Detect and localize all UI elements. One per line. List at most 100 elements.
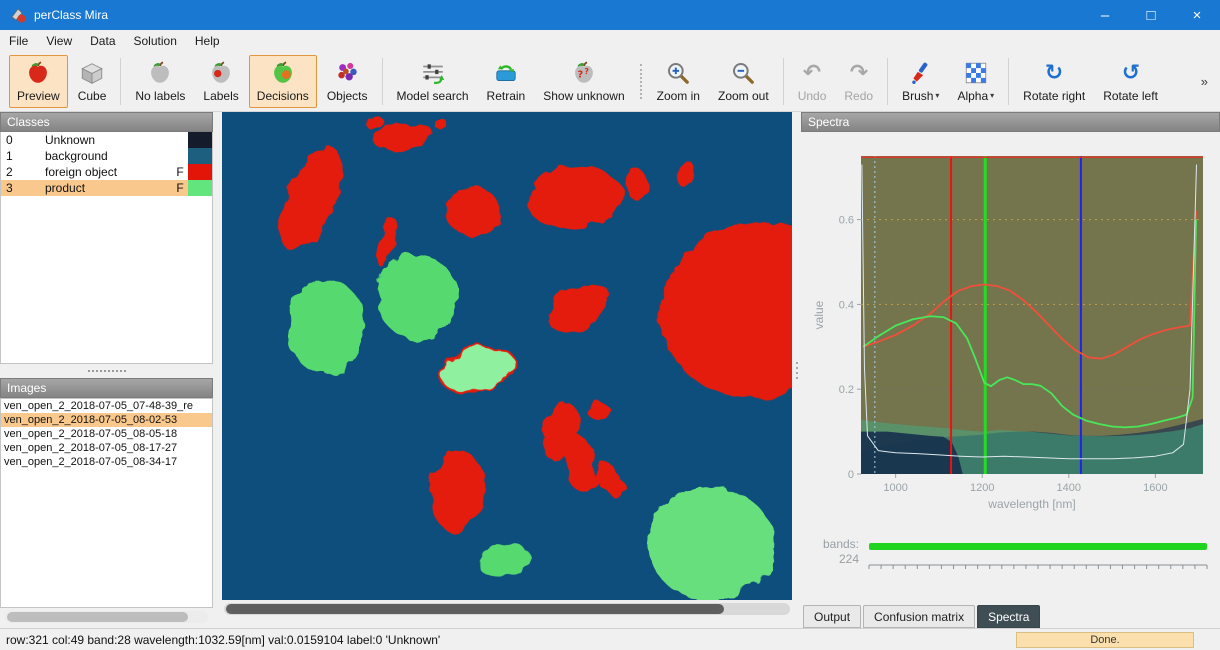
toolbar-no-labels-button[interactable]: No labels [127, 55, 193, 108]
toolbar-preview-button[interactable]: Preview [9, 55, 68, 108]
minimize-button[interactable]: – [1082, 0, 1128, 30]
close-button[interactable]: × [1174, 0, 1220, 30]
window-title: perClass Mira [34, 8, 108, 22]
progress-label: Done. [1090, 634, 1119, 646]
toolbar-button-text: Objects [327, 89, 368, 103]
toolbar-labels-button[interactable]: Labels [195, 55, 246, 108]
toolbar-button-label: Retrain [487, 89, 526, 103]
image-scrollbar[interactable] [224, 603, 790, 615]
maximize-button[interactable]: □ [1128, 0, 1174, 30]
center-right-splitter[interactable] [792, 112, 801, 628]
toolbar-zoom-out-button[interactable]: Zoom out [710, 55, 777, 108]
apple-nolabels-icon [146, 59, 174, 87]
app-icon [9, 6, 27, 24]
class-row-foreign-object[interactable]: 2foreign objectF [1, 164, 212, 180]
tab-spectra[interactable]: Spectra [977, 605, 1040, 628]
toolbar-button-text: Preview [17, 89, 60, 103]
svg-text:1200: 1200 [970, 482, 994, 494]
toolbar-retrain-button[interactable]: Retrain [479, 55, 534, 108]
svg-text:0.6: 0.6 [839, 215, 854, 227]
menu-data[interactable]: Data [81, 31, 124, 51]
toolbar-button-text: Zoom out [718, 89, 769, 103]
toolbar-button-label: No labels [135, 89, 185, 103]
toolbar-separator [887, 58, 888, 105]
toolbar-zoom-in-button[interactable]: Zoom in [649, 55, 708, 108]
image-view[interactable] [222, 112, 792, 600]
svg-text:↻: ↻ [1045, 61, 1063, 86]
toolbar-rotate-left-button[interactable]: ↺ Rotate left [1095, 55, 1166, 108]
svg-text:↺: ↺ [1121, 61, 1139, 86]
scrollbar-thumb[interactable] [7, 612, 188, 622]
class-row-background[interactable]: 1background [1, 148, 212, 164]
svg-text:?: ? [577, 69, 583, 80]
toolbar-undo-button[interactable]: ↶ Undo [790, 55, 835, 108]
toolbar-drag-handle[interactable] [640, 64, 642, 99]
spectra-panel-header: Spectra [801, 112, 1220, 132]
toolbar-button-text: Brush [902, 89, 933, 103]
center-panel [222, 112, 792, 628]
tab-output[interactable]: Output [803, 605, 861, 628]
image-list-item[interactable]: ven_open_2_2018-07-05_08-34-17 [1, 455, 212, 469]
toolbar-button-label: Rotate left [1103, 89, 1158, 103]
bands-label: bands: [809, 537, 859, 552]
window-controls: – □ × [1082, 0, 1220, 30]
menu-file[interactable]: File [0, 31, 37, 51]
toolbar-rotate-right-button[interactable]: ↻ Rotate right [1015, 55, 1093, 108]
progress-bar: Done. [1016, 632, 1194, 648]
image-list-item[interactable]: ven_open_2_2018-07-05_08-05-18 [1, 427, 212, 441]
brush-icon [907, 59, 935, 87]
image-list-item[interactable]: ven_open_2_2018-07-05_08-17-27 [1, 441, 212, 455]
dropdown-caret-icon[interactable]: ▾ [935, 92, 939, 100]
left-panel-scrollbar[interactable] [5, 611, 208, 623]
scrollbar-thumb[interactable] [226, 604, 724, 614]
class-list: 0Unknown1background2foreign objectF3prod… [0, 132, 213, 364]
cube-icon [78, 59, 106, 87]
toolbar-show-unknown-button[interactable]: ??Show unknown [535, 55, 632, 108]
toolbar-button-text: Rotate right [1023, 89, 1085, 103]
class-name: product [21, 181, 172, 195]
toolbar-decisions-button[interactable]: Decisions [249, 55, 317, 108]
splitter-dot [796, 377, 798, 379]
redo-icon: ↷ [845, 59, 873, 87]
menu-help[interactable]: Help [186, 31, 229, 51]
toolbar-brush-button[interactable]: Brush▾ [894, 55, 947, 108]
toolbar-button-text: Undo [798, 89, 827, 103]
bands-label-col: bands: 224 [809, 533, 867, 579]
tab-confusion-matrix[interactable]: Confusion matrix [863, 605, 975, 628]
left-center-splitter[interactable] [213, 112, 222, 628]
toolbar-overflow-button[interactable]: » [1195, 74, 1214, 89]
class-row-unknown[interactable]: 0Unknown [1, 132, 212, 148]
images-panel-header: Images [0, 378, 213, 398]
svg-text:0.4: 0.4 [839, 299, 854, 311]
classified-image[interactable] [222, 112, 792, 600]
toolbar-alpha-button[interactable]: Alpha▾ [949, 55, 1002, 108]
class-row-product[interactable]: 3productF [1, 180, 212, 196]
classes-panel-header: Classes [0, 112, 213, 132]
toolbar-button-label: Redo [844, 89, 873, 103]
image-list-item[interactable]: ven_open_2_2018-07-05_07-48-39_re [1, 399, 212, 413]
class-color-swatch [188, 148, 212, 164]
svg-text:1600: 1600 [1143, 482, 1167, 494]
bands-bar[interactable] [867, 533, 1211, 579]
class-index: 1 [1, 149, 21, 163]
menu-solution[interactable]: Solution [125, 31, 186, 51]
svg-text:↶: ↶ [803, 61, 821, 86]
dropdown-caret-icon[interactable]: ▾ [990, 92, 994, 100]
toolbar-objects-button[interactable]: Objects [319, 55, 376, 108]
svg-text:↷: ↷ [850, 61, 868, 86]
toolbar-button-label: Model search [397, 89, 469, 103]
bands-row: bands: 224 [801, 533, 1220, 579]
apple-decisions-icon [269, 59, 297, 87]
toolbar-separator [382, 58, 383, 105]
menu-view[interactable]: View [37, 31, 81, 51]
spectra-chart[interactable]: 100012001400160000.20.40.6wavelength [nm… [811, 148, 1213, 520]
classes-images-splitter[interactable] [0, 364, 213, 378]
toolbar-button-label: Labels [203, 89, 238, 103]
show-unknown-icon: ?? [570, 59, 598, 87]
toolbar-button-text: Retrain [487, 89, 526, 103]
toolbar-redo-button[interactable]: ↷ Redo [836, 55, 881, 108]
toolbar-model-search-button[interactable]: Model search [389, 55, 477, 108]
left-panel: Classes 0Unknown1background2foreign obje… [0, 112, 213, 628]
image-list-item[interactable]: ven_open_2_2018-07-05_08-02-53 [1, 413, 212, 427]
toolbar-cube-button[interactable]: Cube [70, 55, 115, 108]
